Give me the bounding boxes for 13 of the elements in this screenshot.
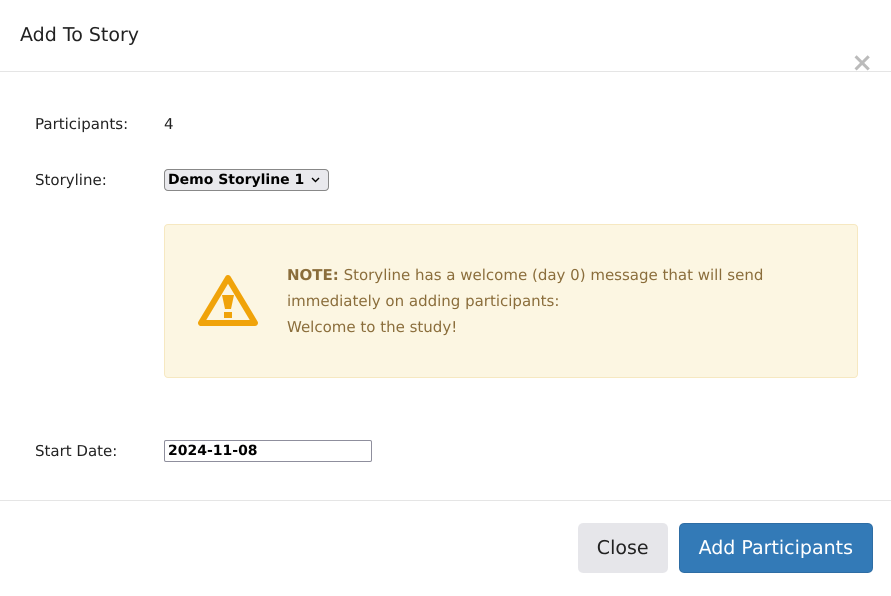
note-text: NOTE: Storyline has a welcome (day 0) message that will send immediately on adding participants:	[287, 265, 764, 312]
welcome-message: Welcome to the study!	[287, 317, 458, 338]
date-field[interactable]: 2024-11-08	[164, 440, 372, 462]
storyline-dropdown[interactable]: Demo Storyline 1	[164, 169, 330, 191]
close-button[interactable]: Close	[578, 523, 668, 573]
field-label: Participants:	[35, 115, 130, 133]
warning-icon	[198, 275, 258, 327]
add-participants-button[interactable]: Add Participants	[678, 523, 873, 573]
dialog-title: Add To Story	[20, 24, 140, 46]
field-label: Storyline:	[35, 171, 108, 189]
chevron-icon	[311, 177, 320, 183]
field-label: Start Date:	[35, 442, 118, 460]
participant-count: 4	[164, 115, 174, 133]
